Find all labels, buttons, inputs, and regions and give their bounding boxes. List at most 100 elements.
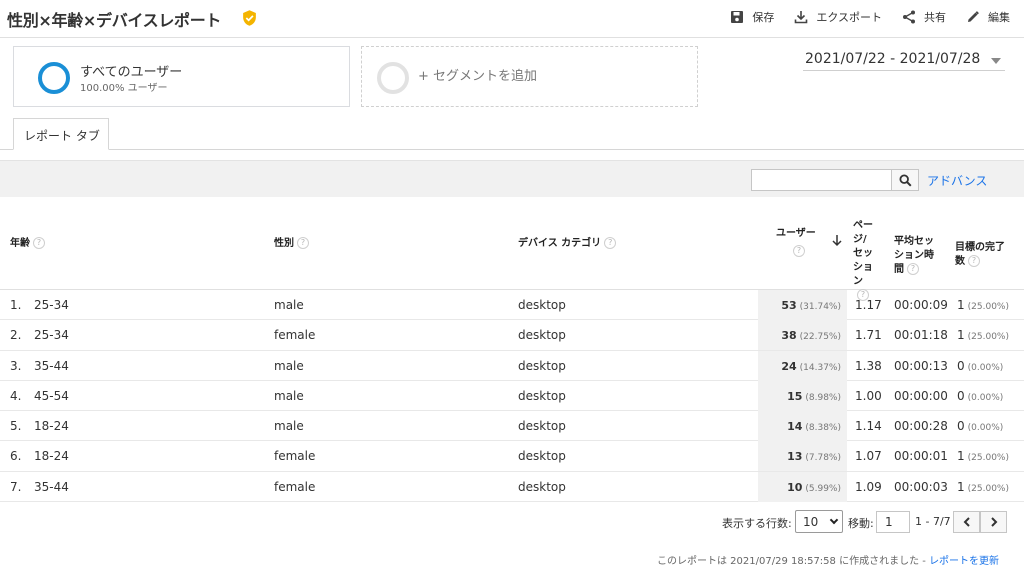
- users-value: 10: [787, 480, 803, 494]
- rows-per-page-value: 10: [803, 515, 819, 529]
- goal-percent: (25.00%): [967, 483, 1009, 494]
- gender-cell[interactable]: male: [274, 359, 304, 373]
- row-index: 1.: [10, 298, 22, 312]
- help-icon[interactable]: ?: [907, 263, 919, 275]
- advanced-filter-link[interactable]: アドバンス: [927, 172, 987, 189]
- users-percent: (22.75%): [799, 332, 841, 343]
- avg-session-duration-cell: 00:00:28: [894, 419, 948, 434]
- age-cell[interactable]: 18-24: [34, 419, 69, 433]
- refresh-report-link[interactable]: レポートを更新: [929, 556, 999, 567]
- download-icon: [795, 11, 808, 24]
- table-row: 5. 18-24 male desktop 14 (8.38%) 1.14 00:00:28 0…: [0, 411, 1024, 442]
- previous-page-button[interactable]: [953, 511, 980, 533]
- goal-completions-cell: 0 (0.00%): [957, 359, 1003, 373]
- pages-per-session-cell: 1.14: [855, 419, 882, 434]
- empty-segment-ring-icon: [377, 62, 409, 94]
- age-cell[interactable]: 25-34: [34, 328, 69, 342]
- gender-cell[interactable]: female: [274, 480, 315, 494]
- age-cell[interactable]: 35-44: [34, 359, 69, 373]
- export-label: エクスポート: [816, 11, 882, 24]
- segment-all-users[interactable]: すべてのユーザー 100.00% ユーザー: [13, 46, 350, 107]
- table-row: 4. 45-54 male desktop 15 (8.98%) 1.00 00:00:00 0…: [0, 380, 1024, 412]
- gender-cell[interactable]: male: [274, 389, 304, 403]
- users-percent: (7.78%): [805, 453, 841, 464]
- users-cell: 15 (8.98%): [758, 380, 847, 411]
- report-created-note: このレポートは 2021/07/29 18:57:58 に作成されました - レ…: [657, 552, 999, 567]
- report-table: 年齢? 性別? デバイス カテゴリ? ユーザー ? ペー ジ/ セッ ショ ン …: [0, 197, 1024, 503]
- goto-label: 移動:: [848, 517, 874, 530]
- avg-session-duration-cell: 00:00:01: [894, 449, 948, 464]
- col-header-goals-label: 目標の完了 数: [955, 242, 1005, 267]
- rows-per-page-label: 表示する行数:: [722, 517, 792, 530]
- pages-per-session-cell: 1.17: [855, 298, 882, 312]
- search-button[interactable]: [891, 169, 919, 191]
- search-icon: [898, 173, 912, 187]
- tab-report[interactable]: レポート タブ: [13, 118, 109, 150]
- report-header: 性別×年齢×デバイスレポート 保存 エクスポート 共有 編集: [0, 0, 1024, 38]
- avg-session-duration-cell: 00:00:03: [894, 479, 948, 494]
- help-icon[interactable]: ?: [33, 237, 45, 249]
- goal-completions-cell: 0 (0.00%): [957, 419, 1003, 433]
- users-value: 14: [787, 420, 803, 434]
- device-cell[interactable]: desktop: [518, 298, 566, 312]
- row-index: 4.: [10, 388, 22, 403]
- age-cell[interactable]: 18-24: [34, 449, 69, 463]
- users-percent: (8.98%): [805, 392, 841, 403]
- share-button[interactable]: 共有: [902, 9, 946, 25]
- row-index: 7.: [10, 479, 22, 494]
- device-cell[interactable]: desktop: [518, 419, 566, 433]
- col-header-device[interactable]: デバイス カテゴリ?: [518, 237, 617, 251]
- rows-per-page-select[interactable]: 10: [795, 510, 843, 533]
- col-header-device-label: デバイス カテゴリ: [518, 238, 602, 249]
- col-header-goals[interactable]: 目標の完了 数?: [955, 227, 1019, 269]
- export-button[interactable]: エクスポート: [794, 9, 882, 25]
- save-label: 保存: [752, 11, 775, 24]
- help-icon[interactable]: ?: [604, 237, 617, 249]
- help-icon[interactable]: ?: [297, 237, 309, 249]
- users-percent: (5.99%): [805, 483, 841, 494]
- goal-completions-cell: 1 (25.00%): [957, 298, 1009, 312]
- users-cell: 53 (31.74%): [758, 290, 847, 320]
- tab-report-label: レポート タブ: [24, 129, 100, 143]
- users-percent: (8.38%): [805, 423, 841, 434]
- age-cell[interactable]: 25-34: [34, 298, 69, 312]
- col-header-age[interactable]: 年齢?: [10, 237, 45, 251]
- device-cell[interactable]: desktop: [518, 480, 566, 494]
- goal-value: 0: [957, 388, 965, 403]
- age-cell[interactable]: 45-54: [34, 389, 69, 403]
- goal-value: 1: [957, 449, 965, 464]
- col-header-avg-session[interactable]: 平均セッ ション時 間?: [894, 221, 950, 277]
- goal-completions-cell: 1 (25.00%): [957, 449, 1009, 463]
- page-title: 性別×年齢×デバイスレポート: [7, 11, 222, 30]
- col-header-users-label: ユーザー: [776, 228, 816, 239]
- users-cell: 10 (5.99%): [758, 471, 847, 502]
- col-header-users[interactable]: ユーザー ?: [776, 227, 846, 259]
- table-row: 2. 25-34 female desktop 38 (22.75%) 1.71 00:01:…: [0, 320, 1024, 351]
- save-button[interactable]: 保存: [730, 9, 774, 25]
- goal-value: 1: [957, 479, 965, 494]
- table-row: 3. 35-44 male desktop 24 (14.37%) 1.38 00:00:13…: [0, 350, 1024, 381]
- next-page-button[interactable]: [980, 511, 1007, 533]
- table-search-input[interactable]: [751, 169, 892, 191]
- device-cell[interactable]: desktop: [518, 389, 566, 403]
- gender-cell[interactable]: male: [274, 298, 304, 312]
- gender-cell[interactable]: female: [274, 328, 315, 342]
- page-range: 1 - 7/7: [915, 515, 951, 528]
- help-icon[interactable]: ?: [793, 245, 805, 257]
- chevron-down-icon: [829, 515, 839, 525]
- age-cell[interactable]: 35-44: [34, 480, 69, 494]
- device-cell[interactable]: desktop: [518, 359, 566, 373]
- goto-page-input[interactable]: 1: [876, 511, 910, 533]
- date-range-picker[interactable]: 2021/07/22 - 2021/07/28: [803, 49, 1005, 71]
- gender-cell[interactable]: male: [274, 419, 304, 433]
- col-header-gender[interactable]: 性別?: [274, 237, 309, 251]
- segment-name: すべてのユーザー: [80, 65, 183, 80]
- device-cell[interactable]: desktop: [518, 449, 566, 463]
- add-segment-button[interactable]: + セグメントを追加: [361, 46, 698, 107]
- pages-per-session-cell: 1.09: [855, 479, 882, 494]
- help-icon[interactable]: ?: [968, 255, 980, 267]
- device-cell[interactable]: desktop: [518, 328, 566, 342]
- edit-button[interactable]: 編集: [966, 9, 1010, 25]
- pages-per-session-cell: 1.07: [855, 449, 882, 464]
- gender-cell[interactable]: female: [274, 449, 315, 463]
